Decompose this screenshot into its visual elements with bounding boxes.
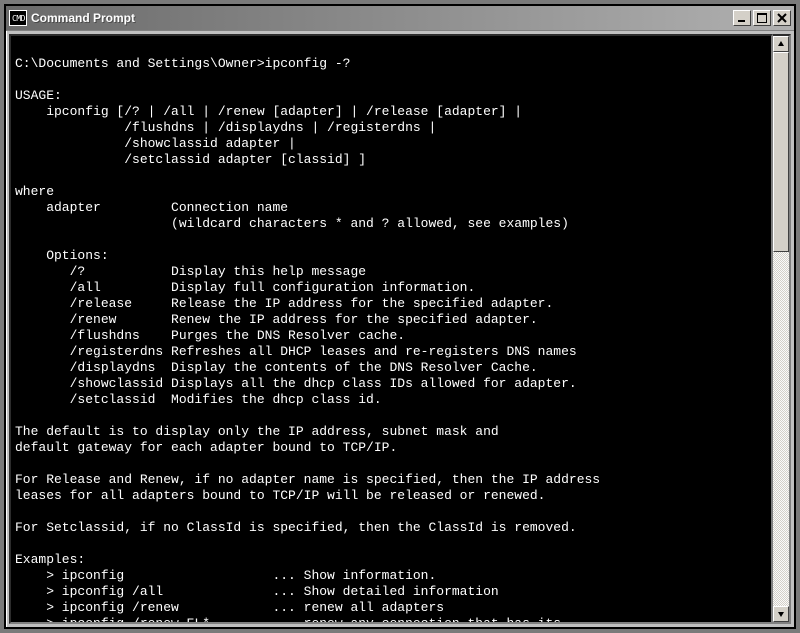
- cmd-icon: CMD: [9, 10, 27, 26]
- minimize-button[interactable]: [733, 10, 751, 26]
- close-button[interactable]: [773, 10, 791, 26]
- maximize-button[interactable]: [753, 10, 771, 26]
- vertical-scrollbar[interactable]: [773, 34, 791, 624]
- scroll-down-button[interactable]: [773, 606, 789, 622]
- window-title: Command Prompt: [31, 11, 729, 25]
- scroll-up-button[interactable]: [773, 36, 789, 52]
- titlebar[interactable]: CMD Command Prompt: [6, 6, 794, 30]
- command-prompt-window: CMD Command Prompt C:\Documents and Sett…: [4, 4, 796, 629]
- console-output[interactable]: C:\Documents and Settings\Owner>ipconfig…: [9, 34, 773, 624]
- scroll-track[interactable]: [773, 52, 789, 606]
- scroll-thumb[interactable]: [773, 52, 789, 252]
